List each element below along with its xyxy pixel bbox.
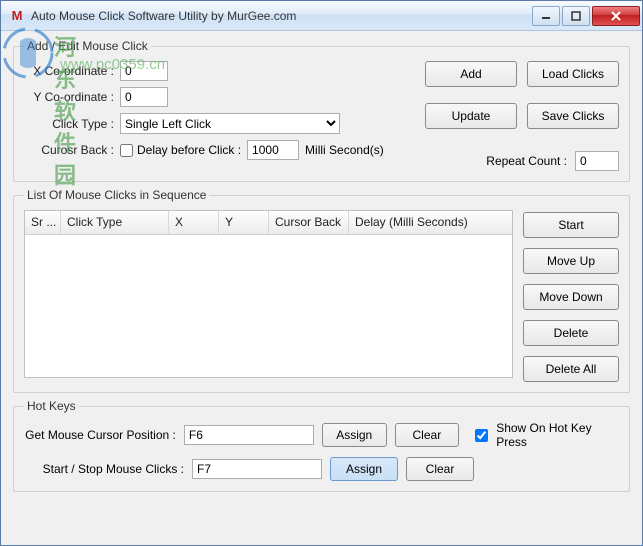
col-cursorback[interactable]: Cursor Back — [269, 211, 349, 234]
close-button[interactable] — [592, 6, 640, 26]
delay-input[interactable] — [247, 140, 299, 160]
movedown-button[interactable]: Move Down — [523, 284, 619, 310]
close-icon — [610, 10, 622, 22]
start-button[interactable]: Start — [523, 212, 619, 238]
getpos-assign-button[interactable]: Assign — [322, 423, 387, 447]
app-window: M Auto Mouse Click Software Utility by M… — [0, 0, 643, 546]
startstop-label: Start / Stop Mouse Clicks : — [24, 462, 184, 476]
clicktype-label: Click Type : — [24, 117, 114, 131]
cursorback-label: Curosr Back : — [24, 143, 114, 157]
getpos-clear-button[interactable]: Clear — [395, 423, 460, 447]
hotkeys-group: Hot Keys Get Mouse Cursor Position : Ass… — [13, 399, 630, 492]
window-content: Add / Edit Mouse Click X Co-ordinate : Y… — [1, 31, 642, 545]
delay-label: Delay before Click : — [137, 143, 241, 157]
add-edit-group: Add / Edit Mouse Click X Co-ordinate : Y… — [13, 39, 630, 182]
delay-unit: Milli Second(s) — [305, 143, 384, 157]
getpos-input[interactable] — [184, 425, 314, 445]
grid-header: Sr ... Click Type X Y Cursor Back Delay … — [25, 211, 512, 235]
cursorback-checkbox[interactable] — [120, 144, 133, 157]
minimize-button[interactable] — [532, 6, 560, 26]
x-label: X Co-ordinate : — [24, 64, 114, 78]
delete-button[interactable]: Delete — [523, 320, 619, 346]
show-label: Show On Hot Key Press — [496, 421, 619, 449]
update-button[interactable]: Update — [425, 103, 517, 129]
startstop-input[interactable] — [192, 459, 322, 479]
col-x[interactable]: X — [169, 211, 219, 234]
app-icon: M — [9, 8, 25, 24]
maximize-button[interactable] — [562, 6, 590, 26]
startstop-assign-button[interactable]: Assign — [330, 457, 398, 481]
deleteall-button[interactable]: Delete All — [523, 356, 619, 382]
window-title: Auto Mouse Click Software Utility by Mur… — [31, 9, 532, 23]
y-label: Y Co-ordinate : — [24, 90, 114, 104]
col-y[interactable]: Y — [219, 211, 269, 234]
startstop-clear-button[interactable]: Clear — [406, 457, 474, 481]
titlebar[interactable]: M Auto Mouse Click Software Utility by M… — [1, 1, 642, 31]
y-input[interactable] — [120, 87, 168, 107]
add-button[interactable]: Add — [425, 61, 517, 87]
getpos-label: Get Mouse Cursor Position : — [24, 428, 176, 442]
sequence-legend: List Of Mouse Clicks in Sequence — [24, 188, 209, 202]
sequence-group: List Of Mouse Clicks in Sequence Sr ... … — [13, 188, 630, 393]
add-edit-legend: Add / Edit Mouse Click — [24, 39, 151, 53]
repeat-input[interactable] — [575, 151, 619, 171]
col-sr[interactable]: Sr ... — [25, 211, 61, 234]
save-clicks-button[interactable]: Save Clicks — [527, 103, 619, 129]
x-input[interactable] — [120, 61, 168, 81]
clicktype-select[interactable]: Single Left Click — [120, 113, 340, 134]
repeat-label: Repeat Count : — [486, 154, 567, 168]
load-clicks-button[interactable]: Load Clicks — [527, 61, 619, 87]
clicks-grid[interactable]: Sr ... Click Type X Y Cursor Back Delay … — [24, 210, 513, 378]
window-controls — [532, 6, 640, 26]
col-delay[interactable]: Delay (Milli Seconds) — [349, 211, 512, 234]
maximize-icon — [571, 11, 581, 21]
show-checkbox[interactable] — [475, 429, 488, 442]
col-clicktype[interactable]: Click Type — [61, 211, 169, 234]
hotkeys-legend: Hot Keys — [24, 399, 79, 413]
minimize-icon — [541, 11, 551, 21]
moveup-button[interactable]: Move Up — [523, 248, 619, 274]
